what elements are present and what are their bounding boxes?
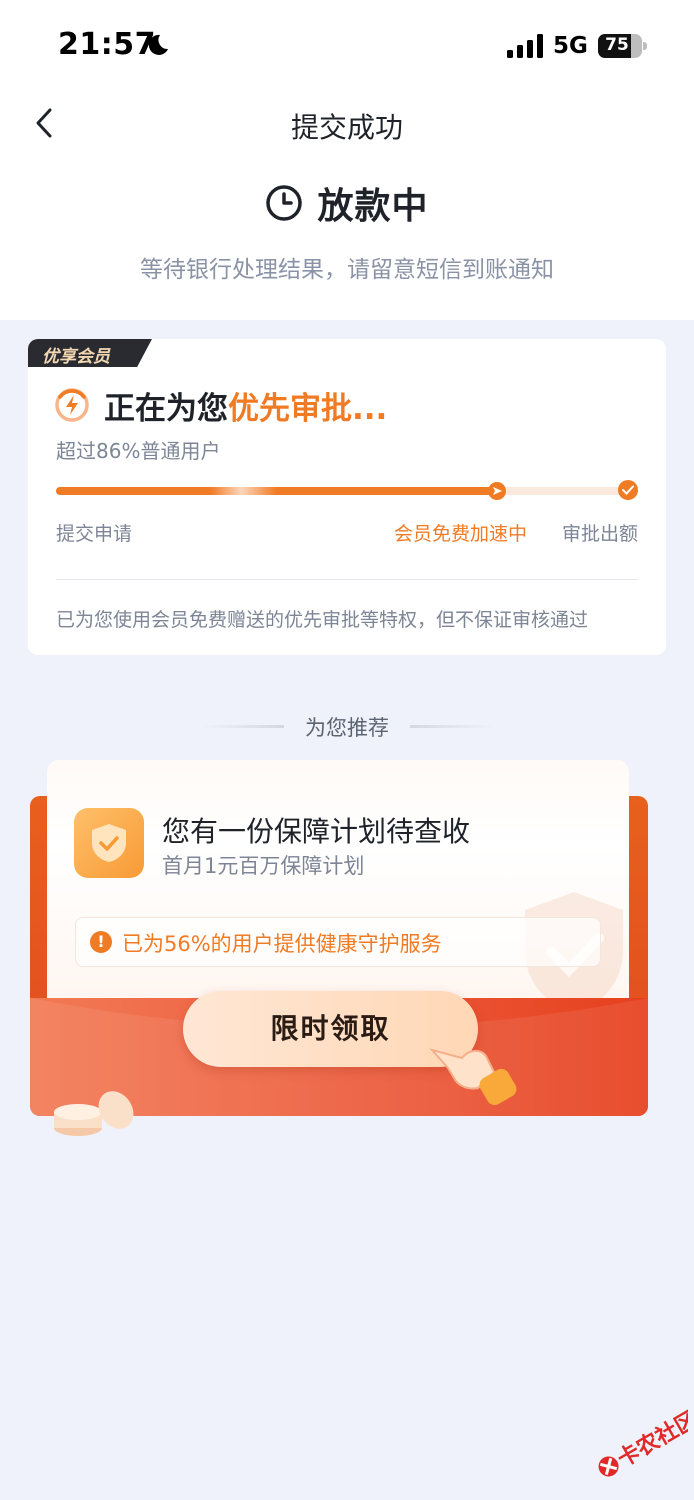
step-submit: 提交申请	[56, 523, 133, 545]
status-bar: 21:57 5G 75	[0, 0, 694, 95]
insurance-info-banner: ! 已为56%的用户提供健康守护服务	[75, 917, 601, 967]
member-approval-card: 优享会员 正在为您优先审批... 超过86%普通用户 提交申请 会员免费加速中 …	[28, 339, 666, 655]
approval-heading-highlight: 优先审批...	[228, 391, 388, 427]
battery-icon: 75	[598, 34, 648, 58]
signal-icon	[507, 34, 543, 58]
alert-icon: !	[90, 931, 112, 953]
svg-text:卡农社区: 卡农社区	[613, 1406, 688, 1473]
insurance-info-text: 已为56%的用户提供健康守护服务	[122, 932, 442, 956]
clock-icon	[266, 185, 303, 221]
approval-progress-bar	[56, 482, 636, 500]
status-time: 21:57	[58, 27, 156, 62]
privilege-note: 已为您使用会员免费赠送的优先审批等特权，但不保证审核通过	[56, 609, 589, 631]
check-icon	[618, 480, 638, 500]
insurance-subtitle: 首月1元百万保障计划	[162, 854, 365, 878]
step-accelerating: 会员免费加速中	[394, 523, 528, 545]
step-approval: 审批出额	[561, 523, 638, 545]
page-title: 提交成功	[290, 111, 403, 144]
battery-level: 75	[605, 35, 629, 55]
coins-icon	[54, 1091, 134, 1136]
insurance-title: 您有一份保障计划待查收	[162, 815, 471, 848]
beat-percent-text: 超过86%普通用户	[56, 439, 221, 463]
status-hero: 放款中	[0, 178, 694, 228]
approval-heading-prefix: 正在为您	[104, 391, 228, 427]
pointing-hand-icon	[429, 1048, 517, 1106]
vip-badge: 优享会员	[28, 339, 152, 367]
network-type: 5G	[553, 33, 588, 59]
recommend-label: 为您推荐	[305, 716, 389, 740]
shield-icon	[74, 808, 144, 878]
watermark-logo: 卡农社区	[598, 1406, 688, 1477]
lightning-icon	[55, 388, 89, 422]
approval-heading: 正在为您优先审批...	[104, 383, 387, 428]
vip-badge-label: 优享会员	[42, 347, 110, 367]
recommend-section-header: 为您推荐	[0, 712, 694, 742]
rocket-icon	[488, 482, 506, 500]
moon-icon	[148, 34, 168, 55]
divider	[56, 579, 638, 580]
status-subtitle: 等待银行处理结果，请留意短信到账通知	[140, 257, 554, 283]
loan-status: 放款中	[317, 186, 429, 227]
